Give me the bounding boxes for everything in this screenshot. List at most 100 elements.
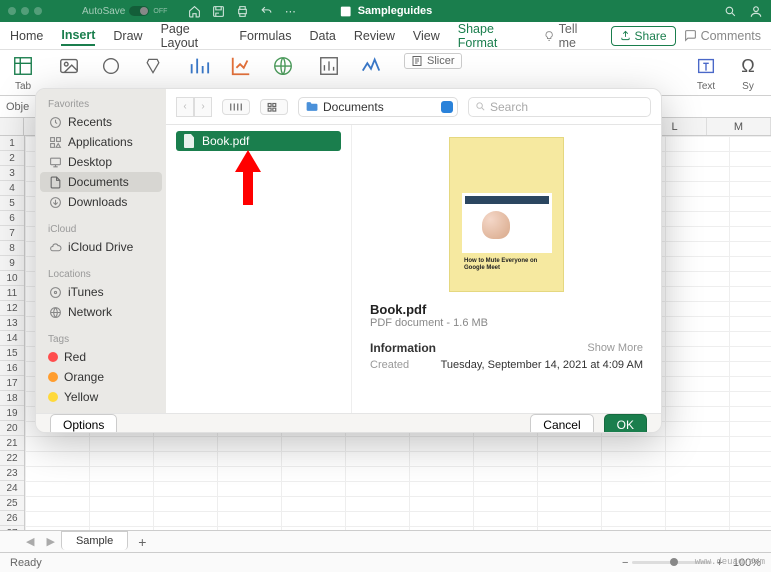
sidebar-item-documents[interactable]: Documents [40, 172, 162, 192]
ok-button[interactable]: OK [604, 414, 647, 433]
sheet-nav-prev[interactable]: ◀ [20, 535, 40, 548]
row-header[interactable]: 26 [0, 511, 24, 526]
close-dot[interactable] [8, 7, 16, 15]
comments-button[interactable]: Comments [684, 29, 761, 43]
row-header[interactable]: 7 [0, 226, 24, 241]
finder-sidebar: Favorites Recents Applications Desktop D… [36, 89, 166, 413]
zoom-dot[interactable] [34, 7, 42, 15]
sidebar-item-downloads[interactable]: Downloads [40, 192, 162, 212]
slicer-button[interactable]: Slicer [404, 53, 462, 69]
show-more-link[interactable]: Show More [587, 342, 643, 354]
row-header[interactable]: 27 [0, 526, 24, 530]
autosave-switch[interactable] [129, 6, 149, 16]
save-icon[interactable] [211, 4, 225, 18]
view-grid-button[interactable] [260, 99, 288, 115]
row-header[interactable]: 20 [0, 421, 24, 436]
maps-button[interactable] [270, 53, 296, 79]
path-dropdown[interactable]: Documents [298, 97, 458, 117]
excel-icon [339, 5, 352, 18]
tab-insert[interactable]: Insert [61, 26, 95, 46]
row-header[interactable]: 11 [0, 286, 24, 301]
print-icon[interactable] [235, 4, 249, 18]
row-header[interactable]: 6 [0, 211, 24, 226]
pivot-chart-button[interactable] [316, 53, 342, 79]
row-header[interactable]: 17 [0, 376, 24, 391]
row-header[interactable]: 4 [0, 181, 24, 196]
row-header[interactable]: 2 [0, 151, 24, 166]
tell-me[interactable]: Tell me [544, 22, 592, 50]
network-icon [48, 305, 62, 319]
cancel-button[interactable]: Cancel [530, 414, 593, 433]
row-header[interactable]: 24 [0, 481, 24, 496]
tab-shape-format[interactable]: Shape Format [458, 20, 527, 52]
tab-review[interactable]: Review [354, 27, 395, 45]
tab-view[interactable]: View [413, 27, 440, 45]
more-icon[interactable]: ⋯ [283, 4, 297, 18]
sidebar-item-desktop[interactable]: Desktop [40, 152, 162, 172]
share-button[interactable]: Share [611, 26, 676, 46]
row-header[interactable]: 12 [0, 301, 24, 316]
sheet-tab-sample[interactable]: Sample [61, 531, 128, 550]
tab-home[interactable]: Home [10, 27, 43, 45]
chart-button[interactable] [228, 53, 254, 79]
row-header[interactable]: 5 [0, 196, 24, 211]
add-sheet-button[interactable]: + [128, 534, 156, 550]
row-header[interactable]: 22 [0, 451, 24, 466]
undo-icon[interactable] [259, 4, 273, 18]
row-header[interactable]: 3 [0, 166, 24, 181]
window-controls[interactable] [8, 7, 42, 15]
row-header[interactable]: 19 [0, 406, 24, 421]
nav-forward-button[interactable]: › [194, 97, 212, 117]
info-heading: Information [370, 341, 436, 355]
account-icon[interactable] [749, 4, 763, 18]
share-icon [620, 30, 631, 41]
symbols-button[interactable]: Ω Sy [735, 53, 761, 92]
sparkline-button[interactable] [358, 53, 384, 79]
folder-icon [305, 100, 318, 113]
nav-back-button[interactable]: ‹ [176, 97, 194, 117]
row-header[interactable]: 18 [0, 391, 24, 406]
name-box[interactable]: Obje [6, 101, 29, 113]
sidebar-tag-orange[interactable]: Orange [40, 367, 162, 387]
tab-formulas[interactable]: Formulas [239, 27, 291, 45]
search-title-icon[interactable] [723, 4, 737, 18]
search-input[interactable]: Search [468, 97, 651, 117]
autosave-toggle[interactable]: AutoSave OFF [82, 6, 167, 17]
minimize-dot[interactable] [21, 7, 29, 15]
row-header[interactable]: 25 [0, 496, 24, 511]
row-header[interactable]: 15 [0, 346, 24, 361]
tab-data[interactable]: Data [309, 27, 335, 45]
row-header[interactable]: 9 [0, 256, 24, 271]
sidebar-tag-red[interactable]: Red [40, 347, 162, 367]
row-header[interactable]: 16 [0, 361, 24, 376]
pictures-button[interactable] [56, 53, 82, 79]
file-item-book-pdf[interactable]: Book.pdf [176, 131, 341, 151]
sidebar-item-itunes[interactable]: iTunes [40, 282, 162, 302]
row-header[interactable]: 1 [0, 136, 24, 151]
row-header[interactable]: 10 [0, 271, 24, 286]
sidebar-item-applications[interactable]: Applications [40, 132, 162, 152]
titlebar: AutoSave OFF ⋯ Sampleguides [0, 0, 771, 22]
recommended-charts-button[interactable] [186, 53, 212, 79]
view-columns-button[interactable] [222, 99, 250, 115]
sidebar-tag-yellow[interactable]: Yellow [40, 387, 162, 407]
row-header[interactable]: 13 [0, 316, 24, 331]
icons-button[interactable] [140, 53, 166, 79]
zoom-out[interactable]: − [622, 557, 628, 569]
row-header[interactable]: 21 [0, 436, 24, 451]
home-icon[interactable] [187, 4, 201, 18]
row-header[interactable]: 23 [0, 466, 24, 481]
row-header[interactable]: 8 [0, 241, 24, 256]
options-button[interactable]: Options [50, 414, 117, 433]
tab-page-layout[interactable]: Page Layout [161, 20, 222, 52]
sheet-nav-next[interactable]: ▶ [40, 535, 60, 548]
sidebar-item-recents[interactable]: Recents [40, 112, 162, 132]
row-header[interactable]: 14 [0, 331, 24, 346]
pivot-table-button[interactable]: Tab [10, 53, 36, 92]
sidebar-item-network[interactable]: Network [40, 302, 162, 322]
col-header-m[interactable]: M [707, 118, 771, 135]
shapes-button[interactable] [98, 53, 124, 79]
sidebar-item-icloud-drive[interactable]: iCloud Drive [40, 237, 162, 257]
text-box-button[interactable]: Text [693, 53, 719, 92]
tab-draw[interactable]: Draw [113, 27, 142, 45]
